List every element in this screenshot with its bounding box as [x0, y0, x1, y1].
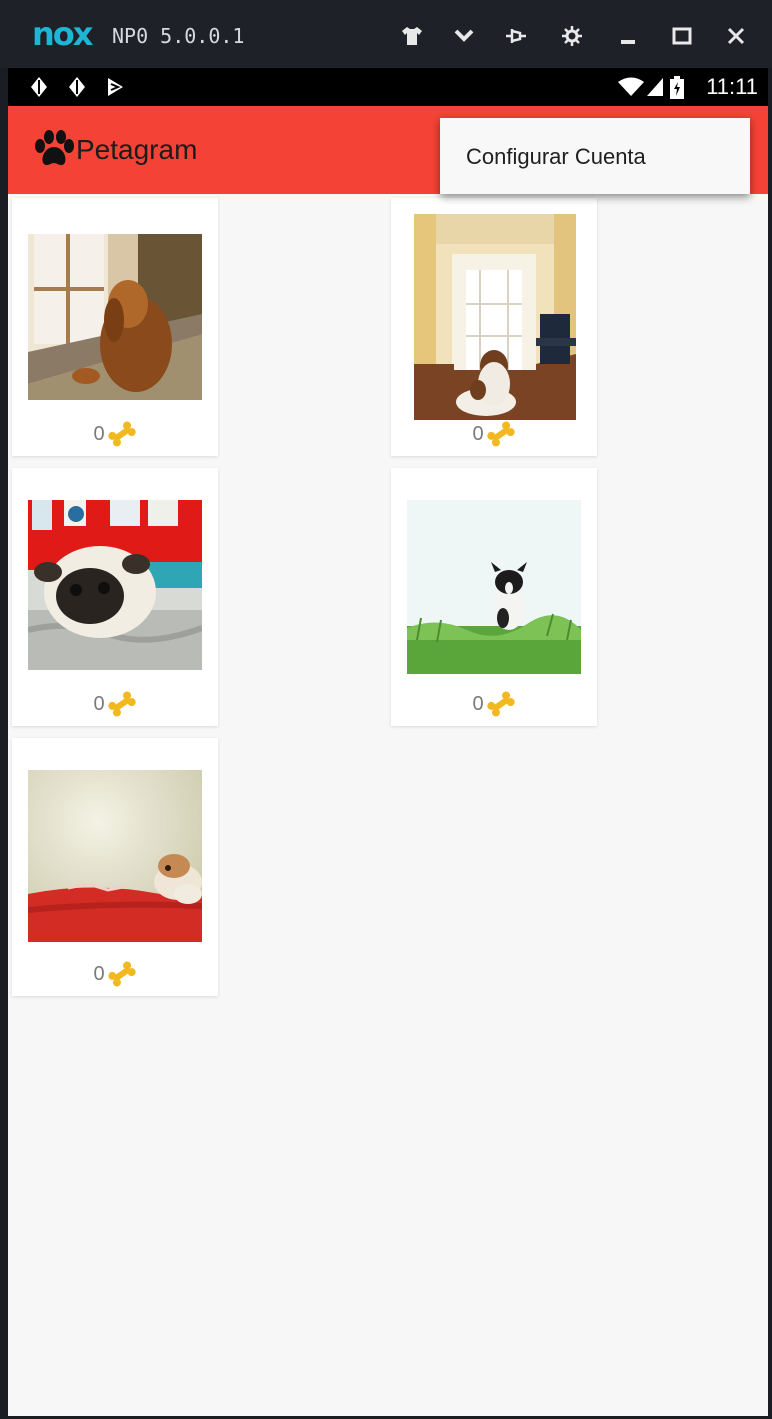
- menu-item-configurar-cuenta[interactable]: Configurar Cuenta: [466, 144, 646, 170]
- settings-gear-icon[interactable]: [556, 20, 588, 52]
- pet-photo[interactable]: [28, 770, 202, 942]
- bone-icon[interactable]: [486, 421, 516, 447]
- pet-card[interactable]: 0: [391, 198, 597, 456]
- nox-logo: nox: [32, 15, 93, 53]
- bone-icon[interactable]: [107, 421, 137, 447]
- pet-card[interactable]: 0: [12, 468, 218, 726]
- like-count: 0: [93, 692, 105, 715]
- bone-icon[interactable]: [486, 691, 516, 717]
- signal-icon: [644, 76, 666, 98]
- app-title: Petagram: [76, 134, 198, 165]
- emulator-frame-right: [768, 68, 772, 1419]
- like-count: 0: [93, 962, 105, 985]
- emulator-title-bar: nox NP0 5.0.0.1: [0, 0, 772, 68]
- close-icon[interactable]: [720, 20, 752, 52]
- like-row: 0: [391, 420, 597, 448]
- chevron-down-icon[interactable]: [448, 20, 480, 52]
- play-store-icon: [104, 76, 126, 98]
- like-row: 0: [12, 420, 218, 448]
- emulator-window: nox NP0 5.0.0.1 11:11 Petagram 0 0 0 0 0…: [0, 0, 772, 1419]
- like-row: 0: [12, 960, 218, 988]
- like-count: 0: [472, 422, 484, 445]
- maximize-icon[interactable]: [666, 20, 698, 52]
- app-screen: Petagram 0 0 0 0 0 Configurar Cuenta: [8, 106, 768, 1416]
- emulator-version: NP0 5.0.0.1: [112, 24, 245, 48]
- like-row: 0: [391, 690, 597, 718]
- app-notification-icon: [66, 76, 88, 98]
- skin-shirt-icon[interactable]: [396, 20, 428, 52]
- pet-photo[interactable]: [28, 234, 202, 400]
- app-notification-icon: [28, 76, 50, 98]
- pet-photo[interactable]: [28, 500, 202, 670]
- pet-card[interactable]: 0: [12, 198, 218, 456]
- android-status-bar: 11:11: [8, 68, 768, 106]
- pin-icon[interactable]: [500, 20, 532, 52]
- bone-icon[interactable]: [107, 691, 137, 717]
- pet-card[interactable]: 0: [12, 738, 218, 996]
- wifi-icon: [616, 76, 646, 98]
- overflow-menu: Configurar Cuenta: [440, 118, 750, 194]
- pet-photo[interactable]: [407, 500, 581, 674]
- battery-charging-icon: [668, 76, 686, 99]
- bone-icon[interactable]: [107, 961, 137, 987]
- pet-card[interactable]: 0: [391, 468, 597, 726]
- emulator-frame-left: [0, 68, 8, 1419]
- paw-icon: [32, 130, 76, 170]
- like-count: 0: [93, 422, 105, 445]
- minimize-icon[interactable]: [612, 20, 644, 52]
- status-clock: 11:11: [706, 74, 758, 99]
- like-count: 0: [472, 692, 484, 715]
- pet-photo[interactable]: [414, 214, 576, 420]
- like-row: 0: [12, 690, 218, 718]
